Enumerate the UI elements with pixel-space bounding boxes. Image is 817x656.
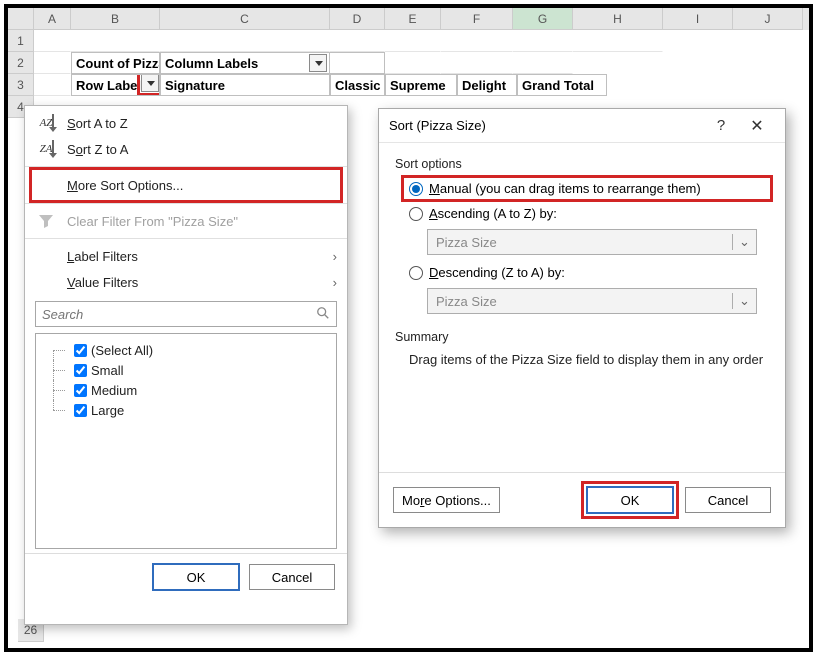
- column-letter[interactable]: J: [733, 8, 803, 30]
- row-labels-text: Row Labels: [76, 78, 148, 93]
- sort-z-to-a-item[interactable]: ZA Sort Z to A: [25, 136, 347, 162]
- menu-label: Sort A to Z: [67, 116, 337, 131]
- row-number[interactable]: 3: [8, 74, 34, 96]
- column-letter[interactable]: D: [330, 8, 385, 30]
- select-all-cell[interactable]: [8, 8, 34, 30]
- menu-label: Label Filters: [67, 249, 323, 264]
- pivot-filter-menu: AZ Sort A to Z ZA Sort Z to A More Sort …: [24, 105, 348, 625]
- blank-icon: [35, 174, 57, 196]
- sort-dialog: Sort (Pizza Size) ? ✕ Sort options Manua…: [378, 108, 786, 528]
- clear-filter-item: Clear Filter From "Pizza Size": [25, 208, 347, 234]
- pivot-colhead[interactable]: Classic: [330, 74, 385, 96]
- select-value: Pizza Size: [428, 235, 732, 250]
- sort-az-icon: AZ: [35, 112, 57, 134]
- menu-label: Clear Filter From "Pizza Size": [67, 214, 337, 229]
- column-letter[interactable]: E: [385, 8, 441, 30]
- filter-item-checkbox[interactable]: [74, 404, 87, 417]
- blank-icon: [35, 271, 57, 293]
- group-label: Sort options: [395, 157, 769, 171]
- sort-option-manual[interactable]: Manual (you can drag items to rearrange …: [405, 179, 769, 198]
- dropdown-icon[interactable]: [309, 54, 327, 72]
- label-filters-item[interactable]: Label Filters ›: [25, 243, 347, 269]
- descending-field-select: Pizza Size ⌄: [427, 288, 757, 314]
- ok-button[interactable]: OK: [153, 564, 239, 590]
- filter-item-label: (Select All): [91, 343, 153, 358]
- select-value: Pizza Size: [428, 294, 732, 309]
- pivot-colhead[interactable]: Delight: [457, 74, 517, 96]
- search-input[interactable]: [36, 307, 310, 322]
- column-letter[interactable]: H: [573, 8, 663, 30]
- cancel-button[interactable]: Cancel: [685, 487, 771, 513]
- pivot-cell[interactable]: Row Labels: [71, 74, 160, 96]
- column-letter[interactable]: G: [513, 8, 573, 30]
- filter-item-label: Medium: [91, 383, 137, 398]
- pivot-cell[interactable]: Column Labels: [160, 52, 330, 74]
- pivot-cell[interactable]: Count of Pizza: [71, 52, 160, 74]
- menu-label: More Sort Options...: [67, 178, 337, 193]
- more-options-button[interactable]: More Options...: [393, 487, 500, 513]
- search-icon: [310, 306, 336, 323]
- column-headers: ABCDEFGHIJ: [8, 8, 809, 30]
- close-button[interactable]: ✕: [739, 116, 775, 136]
- column-letter[interactable]: F: [441, 8, 513, 30]
- chevron-down-icon: ⌄: [732, 293, 756, 309]
- pivot-colhead[interactable]: Grand Total: [517, 74, 607, 96]
- pivot-colhead[interactable]: Supreme: [385, 74, 457, 96]
- row-number[interactable]: 2: [8, 52, 34, 74]
- filter-item-label: Large: [91, 403, 124, 418]
- menu-label: Sort Z to A: [67, 142, 337, 157]
- radio-label: Ascending (A to Z) by:: [429, 206, 557, 221]
- chevron-down-icon: ⌄: [732, 234, 756, 250]
- ascending-field-select: Pizza Size ⌄: [427, 229, 757, 255]
- ok-button[interactable]: OK: [587, 487, 673, 513]
- cancel-button[interactable]: Cancel: [249, 564, 335, 590]
- radio-label: Manual (you can drag items to rearrange …: [429, 181, 701, 196]
- filter-items-list[interactable]: (Select All) Small Medium Large: [35, 333, 337, 549]
- sort-option-ascending[interactable]: Ascending (A to Z) by:: [409, 206, 769, 221]
- funnel-clear-icon: [35, 210, 57, 232]
- summary-text: Drag items of the Pizza Size field to di…: [409, 352, 769, 367]
- column-labels-text: Column Labels: [165, 56, 258, 71]
- filter-item[interactable]: Large: [40, 400, 332, 420]
- dialog-title: Sort (Pizza Size): [389, 118, 703, 133]
- radio-icon[interactable]: [409, 266, 423, 280]
- chevron-right-icon: ›: [333, 275, 337, 290]
- help-button[interactable]: ?: [703, 117, 739, 134]
- filter-item-label: Small: [91, 363, 124, 378]
- value-filters-item[interactable]: Value Filters ›: [25, 269, 347, 295]
- column-letter[interactable]: A: [34, 8, 71, 30]
- chevron-right-icon: ›: [333, 249, 337, 264]
- filter-item-checkbox[interactable]: [74, 384, 87, 397]
- sort-za-icon: ZA: [35, 138, 57, 160]
- column-letter[interactable]: I: [663, 8, 733, 30]
- sort-a-to-z-item[interactable]: AZ Sort A to Z: [25, 110, 347, 136]
- radio-icon[interactable]: [409, 182, 423, 196]
- pivot-colhead[interactable]: Signature: [160, 74, 330, 96]
- filter-item[interactable]: Small: [40, 360, 332, 380]
- column-letter[interactable]: C: [160, 8, 330, 30]
- radio-label: Descending (Z to A) by:: [429, 265, 565, 280]
- filter-item[interactable]: Medium: [40, 380, 332, 400]
- filter-item[interactable]: (Select All): [40, 340, 332, 360]
- column-letter[interactable]: B: [71, 8, 160, 30]
- search-input-container: [35, 301, 337, 327]
- radio-icon[interactable]: [409, 207, 423, 221]
- dropdown-icon[interactable]: [141, 74, 159, 92]
- filter-item-checkbox[interactable]: [74, 344, 87, 357]
- summary-label: Summary: [395, 330, 769, 344]
- sort-option-descending[interactable]: Descending (Z to A) by:: [409, 265, 769, 280]
- row-number[interactable]: 1: [8, 30, 34, 52]
- blank-icon: [35, 245, 57, 267]
- filter-item-checkbox[interactable]: [74, 364, 87, 377]
- more-sort-options-item[interactable]: More Sort Options...: [33, 171, 339, 199]
- menu-label: Value Filters: [67, 275, 323, 290]
